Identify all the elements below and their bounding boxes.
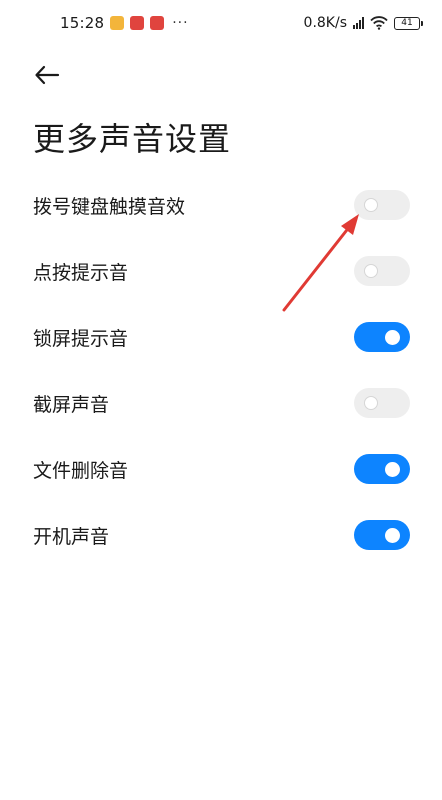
signal-icon bbox=[353, 17, 364, 29]
setting-label: 截屏声音 bbox=[33, 393, 110, 416]
battery-icon: 41 bbox=[394, 16, 423, 30]
settings-list: 拨号键盘触摸音效 点按提示音 锁屏提示音 截屏声音 文件删除音 开机声音 bbox=[0, 172, 442, 568]
toggle-knob bbox=[364, 396, 378, 410]
toggle-knob bbox=[385, 528, 400, 543]
file-delete-sound-toggle[interactable] bbox=[354, 454, 410, 484]
setting-row-tap-sound[interactable]: 点按提示音 bbox=[0, 238, 442, 304]
wifi-icon bbox=[370, 16, 388, 30]
setting-label: 点按提示音 bbox=[33, 261, 129, 284]
notification-app-icon bbox=[150, 16, 165, 30]
screenshot-sound-toggle[interactable] bbox=[354, 388, 410, 418]
back-button[interactable] bbox=[32, 60, 62, 90]
setting-row-screenshot-sound[interactable]: 截屏声音 bbox=[0, 370, 442, 436]
setting-label: 文件删除音 bbox=[33, 459, 129, 482]
status-time: 15:28 bbox=[60, 14, 105, 32]
arrow-left-icon bbox=[35, 65, 60, 85]
status-right: 0.8K/s 41 bbox=[303, 15, 423, 31]
toggle-knob bbox=[364, 198, 378, 212]
more-notifications-icon: ··· bbox=[172, 15, 189, 31]
status-left: 15:28 ··· bbox=[60, 14, 189, 32]
notification-app-icon bbox=[110, 16, 125, 30]
toggle-knob bbox=[385, 462, 400, 477]
screen: 15:28 ··· 0.8K/s 41 更多声音设置 拨号键盘触摸音效 点按提示… bbox=[0, 0, 442, 800]
boot-sound-toggle[interactable] bbox=[354, 520, 410, 550]
page-title: 更多声音设置 bbox=[33, 120, 232, 158]
notification-app-icon bbox=[130, 16, 145, 30]
network-speed: 0.8K/s bbox=[303, 15, 347, 31]
dialpad-touch-sound-toggle[interactable] bbox=[354, 190, 410, 220]
battery-level: 41 bbox=[401, 17, 413, 28]
setting-label: 锁屏提示音 bbox=[33, 327, 129, 350]
setting-row-file-delete-sound[interactable]: 文件删除音 bbox=[0, 436, 442, 502]
toggle-knob bbox=[364, 264, 378, 278]
toggle-knob bbox=[385, 330, 400, 345]
lock-screen-sound-toggle[interactable] bbox=[354, 322, 410, 352]
setting-row-lock-screen-sound[interactable]: 锁屏提示音 bbox=[0, 304, 442, 370]
status-bar: 15:28 ··· 0.8K/s 41 bbox=[0, 0, 442, 46]
tap-sound-toggle[interactable] bbox=[354, 256, 410, 286]
setting-label: 开机声音 bbox=[33, 525, 110, 548]
setting-row-boot-sound[interactable]: 开机声音 bbox=[0, 502, 442, 568]
setting-row-dialpad-touch-sound[interactable]: 拨号键盘触摸音效 bbox=[0, 172, 442, 238]
setting-label: 拨号键盘触摸音效 bbox=[33, 195, 186, 218]
